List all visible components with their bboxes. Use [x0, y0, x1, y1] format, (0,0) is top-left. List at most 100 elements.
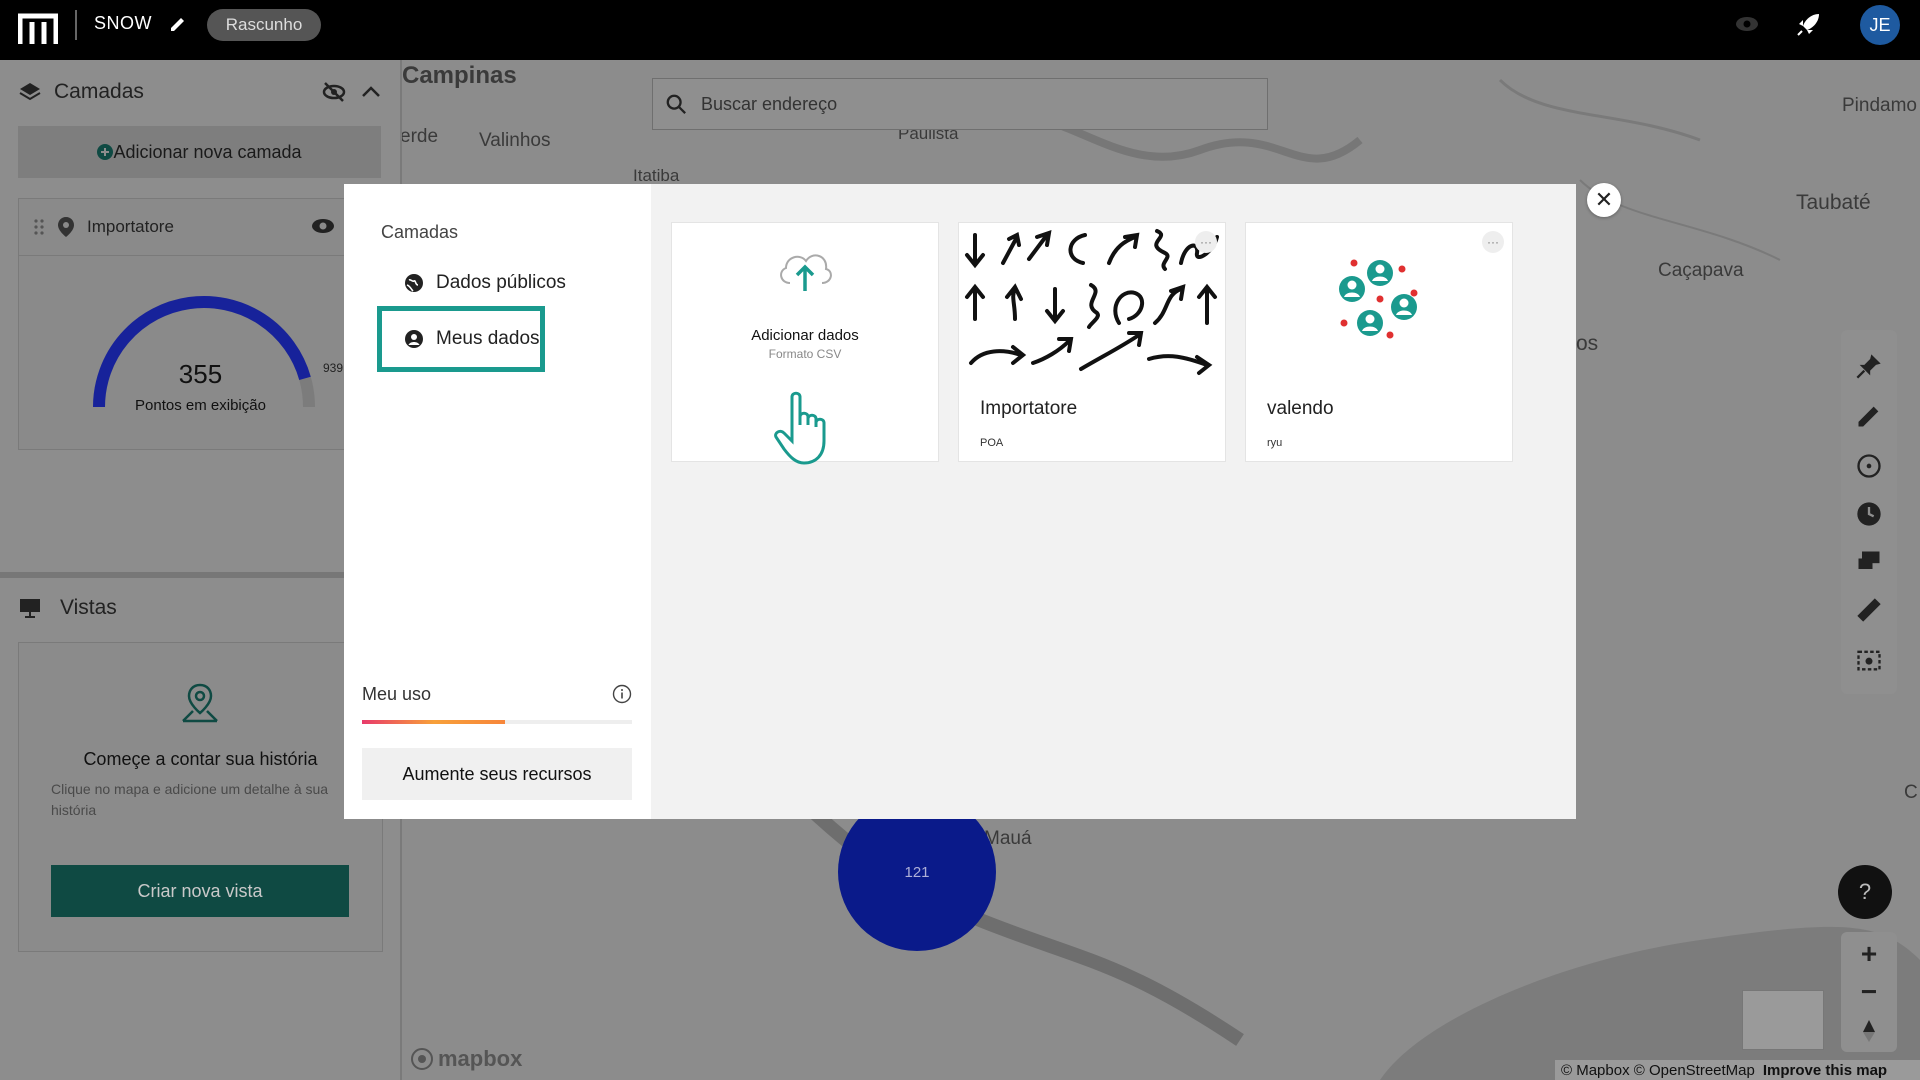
plus-circle-icon: [97, 144, 114, 160]
place-label: Pindamo: [1842, 95, 1917, 116]
search-placeholder: Buscar endereço: [701, 93, 838, 114]
place-label: Caçapava: [1658, 260, 1744, 281]
improve-map-link[interactable]: Improve this map: [1763, 1062, 1887, 1079]
address-search[interactable]: Buscar endereço: [652, 78, 1268, 130]
mapbox-icon: [411, 1048, 433, 1070]
usage-fill: [362, 720, 506, 724]
map-pin-icon: [182, 683, 218, 723]
upgrade-label: Aumente seus recursos: [402, 763, 592, 784]
views-panel-header: Vistas: [18, 590, 117, 626]
views-description: Clique no mapa e adicione um detalhe à s…: [51, 781, 329, 818]
user-avatar[interactable]: JE: [1860, 5, 1900, 45]
screenshot-tool-icon[interactable]: [1855, 646, 1883, 674]
hand-pointer-icon: [774, 391, 826, 465]
topbar-divider: [75, 10, 77, 40]
rocket-icon[interactable]: [1795, 10, 1823, 38]
eye-icon[interactable]: [311, 217, 335, 235]
draw-tool-icon[interactable]: [1855, 402, 1883, 430]
mapbox-logo[interactable]: mapbox: [410, 1046, 522, 1072]
add-layer-button[interactable]: Adicionar nova camada: [18, 126, 381, 178]
draft-status-label: Rascunho: [225, 15, 303, 34]
comments-tool-icon[interactable]: [1855, 548, 1883, 576]
create-view-button[interactable]: Criar nova vista: [51, 865, 349, 917]
menu-item-label: Meus dados: [436, 328, 540, 349]
hide-all-icon[interactable]: [322, 80, 346, 104]
create-view-label: Criar nova vista: [137, 880, 263, 901]
dataset-subtitle: POA: [980, 437, 1004, 449]
place-label: Itatiba: [633, 166, 680, 185]
more-label: ···: [1487, 235, 1499, 249]
add-layer-label: Adicionar nova camada: [113, 141, 302, 162]
more-options-button[interactable]: ···: [1195, 231, 1217, 253]
modal-sidebar: Camadas Dados públicos Meus dados Meu us…: [344, 184, 651, 819]
clock-tool-icon[interactable]: [1855, 500, 1883, 528]
minimap[interactable]: [1742, 990, 1824, 1050]
search-icon: [666, 94, 686, 114]
pin-tool-icon[interactable]: [1855, 352, 1883, 380]
gauge-fill: [93, 296, 311, 408]
menu-item-public-data[interactable]: Dados públicos: [404, 268, 566, 298]
cloud-upload-icon: [780, 254, 832, 291]
attribution-text[interactable]: © Mapbox © OpenStreetMap: [1561, 1062, 1755, 1079]
views-heading: Começe a contar sua história: [83, 749, 318, 769]
help-label: ?: [1858, 879, 1872, 904]
avatar-initials: JE: [1869, 14, 1891, 35]
presentation-icon: [20, 599, 40, 618]
add-data-subtitle: Formato CSV: [768, 347, 842, 361]
zoom-controls: + −: [1841, 932, 1897, 1052]
dataset-subtitle: ryu: [1267, 437, 1283, 449]
views-empty-state: Começe a contar sua história Clique no m…: [18, 642, 383, 952]
draft-status-badge[interactable]: Rascunho: [207, 9, 321, 41]
add-data-title: Adicionar dados: [751, 327, 859, 344]
map-toolbar: [1841, 330, 1897, 694]
logo-icon[interactable]: [18, 12, 58, 46]
project-name[interactable]: SNOW: [94, 13, 152, 34]
user-icon: [405, 330, 423, 348]
views-title: Vistas: [60, 596, 117, 619]
info-icon[interactable]: [612, 684, 632, 704]
people-thumbnail: [1339, 259, 1418, 339]
mapbox-logo-text: mapbox: [438, 1046, 523, 1071]
panel-divider[interactable]: [0, 572, 400, 578]
menu-item-my-data[interactable]: Meus dados: [404, 324, 540, 354]
dataset-title: Importatore: [980, 398, 1078, 419]
add-data-card[interactable]: Adicionar dados Formato CSV: [671, 222, 939, 465]
top-bar: SNOW Rascunho JE: [0, 0, 1920, 60]
preview-eye-icon[interactable]: [1735, 12, 1759, 36]
place-label: os: [1576, 332, 1599, 355]
upgrade-button[interactable]: Aumente seus recursos: [362, 748, 632, 800]
ruler-tool-icon[interactable]: [1855, 596, 1883, 624]
location-pin-icon: [58, 217, 74, 237]
usage-label: Meu uso: [362, 684, 432, 704]
layer-row[interactable]: Importatore: [19, 199, 382, 256]
layers-icon: [19, 83, 41, 101]
usage-bar: [362, 720, 632, 724]
dataset-card[interactable]: ··· Importatore POA: [958, 222, 1226, 462]
zoom-out-button[interactable]: −: [1841, 974, 1897, 1010]
more-options-button[interactable]: ···: [1482, 231, 1504, 253]
layer-card: Importatore 355 Pontos em exibição 939: [18, 198, 383, 450]
modal-section-title: Camadas: [381, 222, 459, 242]
place-label: C: [1904, 782, 1918, 803]
layer-name: Importatore: [87, 217, 174, 236]
radius-tool-icon[interactable]: [1855, 452, 1883, 480]
dataset-card[interactable]: ··· valendo ryu: [1245, 222, 1513, 462]
compass-icon[interactable]: [1859, 1018, 1879, 1044]
drag-handle-icon[interactable]: [33, 217, 45, 237]
globe-icon: [405, 274, 423, 292]
map-attribution: © Mapbox © OpenStreetMap Improve this ma…: [1555, 1060, 1920, 1080]
edit-icon[interactable]: [168, 14, 188, 34]
close-modal-button[interactable]: ✕: [1587, 183, 1621, 217]
menu-item-label: Dados públicos: [436, 272, 566, 293]
more-label: ···: [1200, 235, 1212, 249]
left-sidebar: Camadas Adicionar nova camada Importator…: [0, 60, 402, 1080]
place-label: Valinhos: [479, 130, 551, 151]
zoom-in-button[interactable]: +: [1841, 936, 1897, 972]
gauge-caption: Pontos em exibição: [135, 397, 266, 414]
arrows-thumbnail: [965, 229, 1219, 375]
layers-modal: Camadas Dados públicos Meus dados Meu us…: [344, 184, 1576, 819]
help-button[interactable]: ?: [1838, 865, 1892, 919]
chevron-up-icon[interactable]: [360, 82, 382, 102]
cluster-count: 121: [904, 863, 930, 881]
close-icon: ✕: [1594, 187, 1614, 212]
